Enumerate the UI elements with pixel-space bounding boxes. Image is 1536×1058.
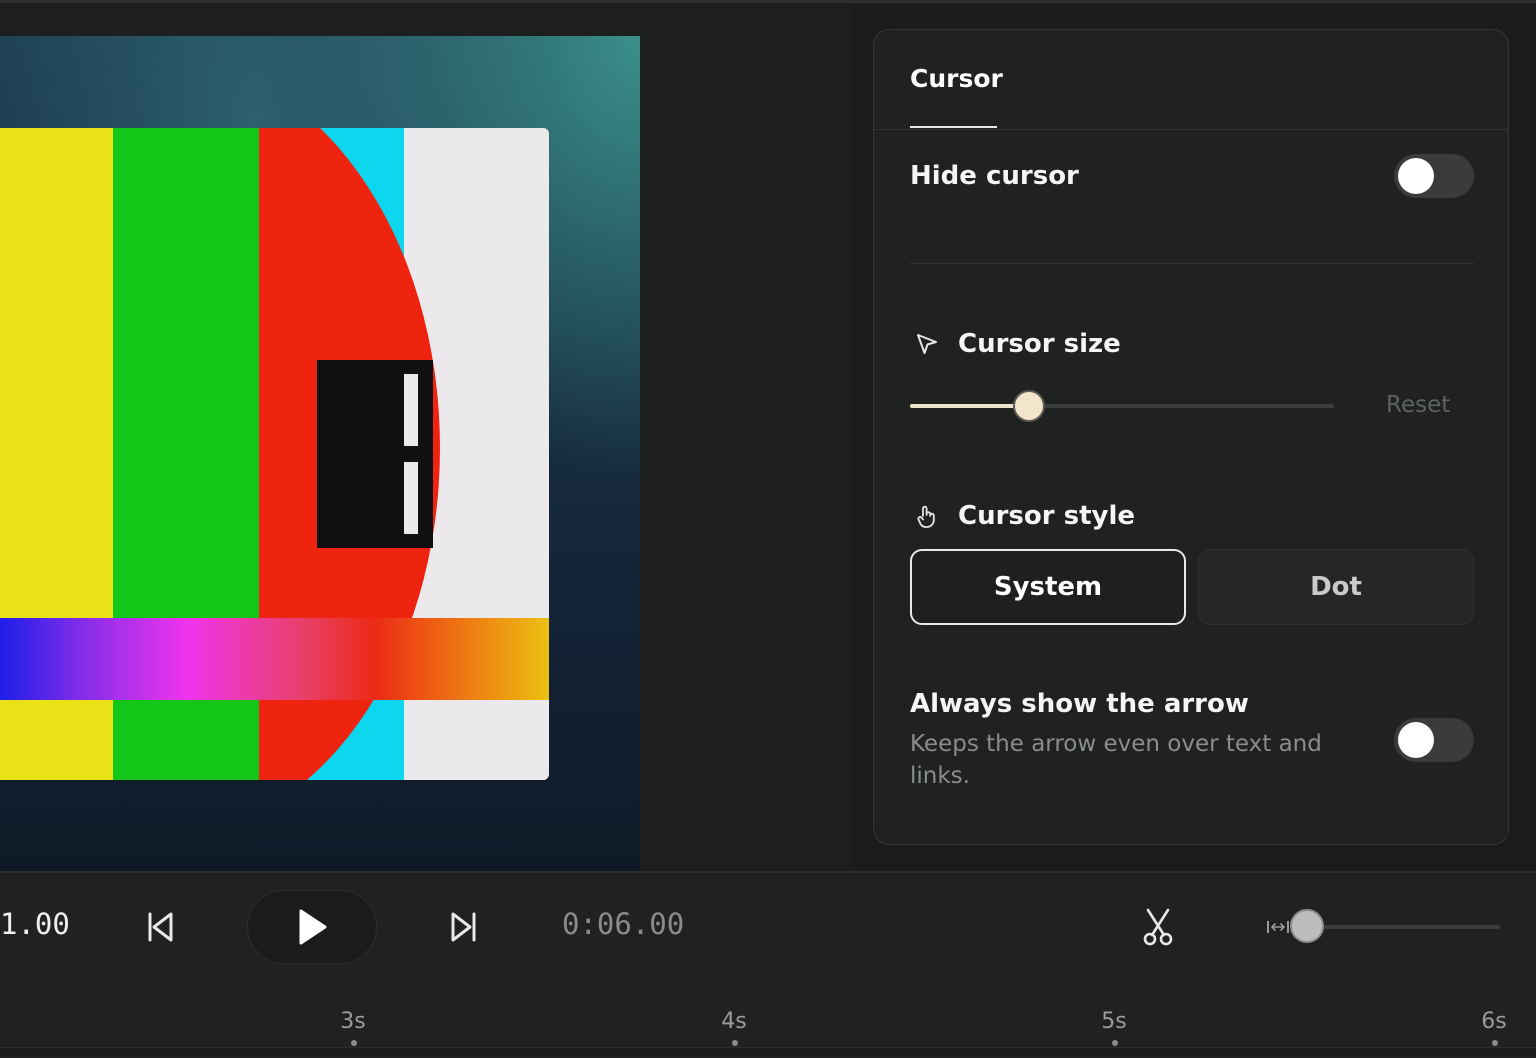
skip-forward-icon bbox=[451, 912, 476, 942]
cursor-size-slider-fill bbox=[910, 404, 1029, 408]
timeline-tick-label: 6s bbox=[1481, 1009, 1507, 1034]
video-preview[interactable] bbox=[0, 36, 640, 872]
toggle-knob bbox=[1398, 722, 1434, 758]
test-pattern-frame bbox=[0, 128, 549, 780]
scissors-icon bbox=[1143, 908, 1173, 946]
cursor-size-label: Cursor size bbox=[958, 329, 1121, 359]
toggle-knob bbox=[1398, 158, 1434, 194]
hand-pointer-icon bbox=[917, 505, 935, 528]
tab-active-indicator bbox=[910, 126, 997, 128]
skip-back-icon bbox=[148, 912, 173, 942]
timeline-tick-dot bbox=[351, 1040, 357, 1046]
zoom-width-icon bbox=[1267, 921, 1289, 933]
rainbow-strip bbox=[0, 618, 549, 700]
cursor-settings-panel: Cursor Hide cursor Cursor size Reset Cur… bbox=[873, 29, 1509, 845]
tab-divider bbox=[874, 129, 1508, 130]
play-button[interactable] bbox=[247, 890, 377, 964]
cursor-style-dot-button[interactable]: Dot bbox=[1198, 549, 1474, 625]
timeline-zoom-track[interactable] bbox=[1300, 925, 1500, 929]
cursor-style-system-button[interactable]: System bbox=[910, 549, 1186, 625]
cursor-size-slider-thumb[interactable] bbox=[1012, 390, 1045, 422]
timeline-tick-label: 4s bbox=[721, 1009, 747, 1034]
timeline-tick-dot bbox=[1492, 1040, 1498, 1046]
always-show-arrow-toggle[interactable] bbox=[1394, 718, 1474, 762]
play-icon bbox=[299, 909, 327, 945]
tab-cursor[interactable]: Cursor bbox=[910, 64, 1003, 93]
timeline-zoom-thumb[interactable] bbox=[1290, 909, 1324, 943]
reset-button[interactable]: Reset bbox=[1386, 392, 1450, 418]
split-button[interactable] bbox=[1138, 905, 1178, 949]
white-notch-top bbox=[404, 374, 418, 446]
always-show-arrow-description: Keeps the arrow even over text and links… bbox=[910, 731, 1322, 789]
current-time: 1.00 bbox=[0, 907, 70, 941]
pointer-arrow-icon bbox=[917, 334, 937, 354]
always-show-arrow-label: Always show the arrow bbox=[910, 689, 1249, 719]
timeline-tick-label: 3s bbox=[340, 1009, 366, 1034]
total-time: 0:06.00 bbox=[562, 907, 685, 941]
cursor-size-slider-track[interactable] bbox=[910, 404, 1334, 408]
timeline-tick-label: 5s bbox=[1101, 1009, 1127, 1034]
skip-forward-button[interactable] bbox=[444, 907, 484, 947]
transport-bar: 1.00 0:06.00 3s 4s 5s 6s bbox=[0, 871, 1536, 1058]
timeline-tick-dot bbox=[732, 1040, 738, 1046]
timeline-tick-dot bbox=[1112, 1040, 1118, 1046]
hide-cursor-toggle[interactable] bbox=[1394, 154, 1474, 198]
skip-back-button[interactable] bbox=[140, 907, 180, 947]
white-notch-bottom bbox=[404, 462, 418, 534]
section-divider bbox=[910, 263, 1474, 264]
cursor-style-label: Cursor style bbox=[958, 501, 1136, 531]
hide-cursor-label: Hide cursor bbox=[910, 161, 1079, 191]
